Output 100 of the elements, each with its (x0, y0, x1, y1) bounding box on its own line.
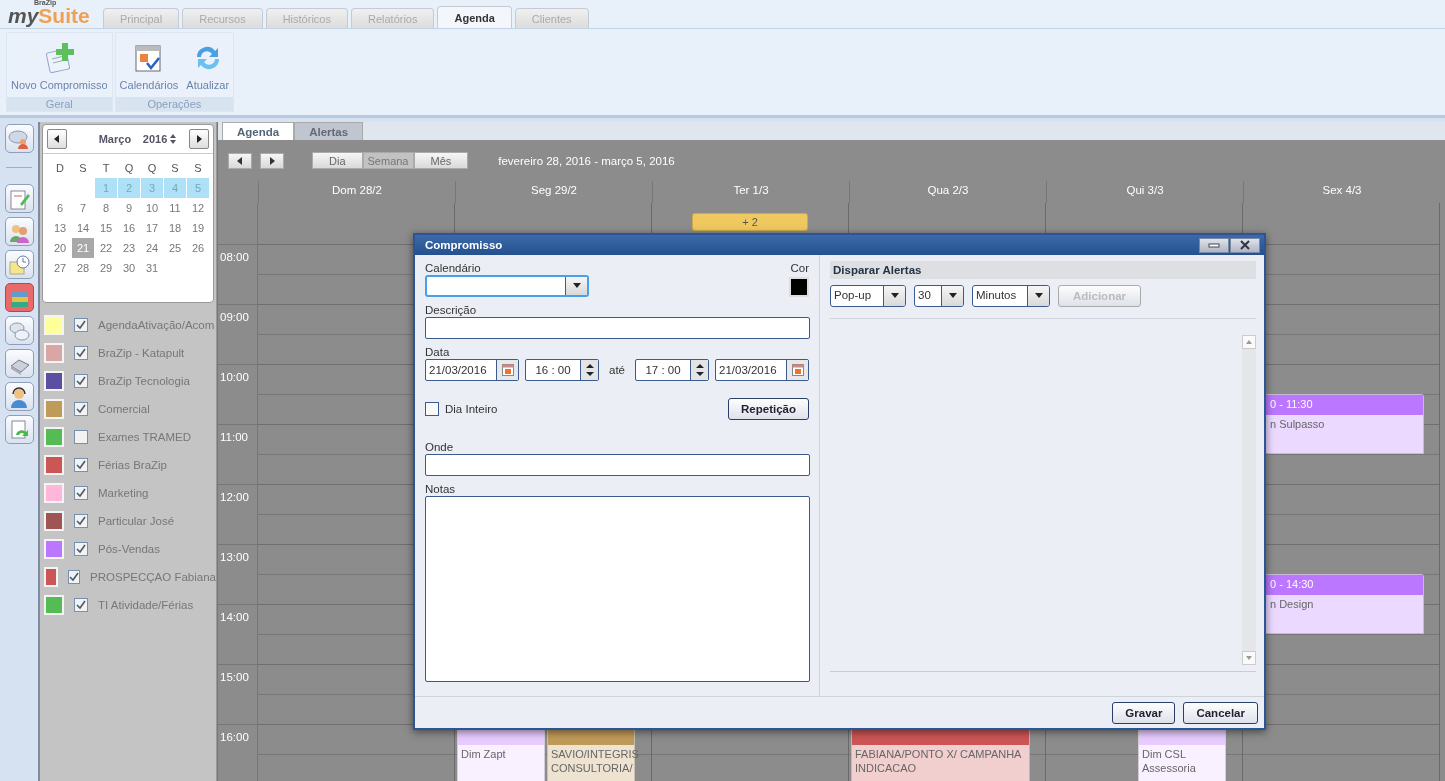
description-field[interactable] (425, 317, 810, 339)
ribbon-button[interactable]: Calendários (117, 37, 181, 93)
checkbox[interactable] (74, 346, 88, 360)
color-swatch[interactable] (44, 427, 64, 447)
color-swatch[interactable] (44, 483, 64, 503)
alert-dropdown[interactable]: Minutos (972, 285, 1050, 307)
calendar-day[interactable]: 10 (141, 198, 163, 218)
sidebar-tool-button[interactable] (4, 184, 34, 213)
previous-month-button[interactable] (47, 129, 67, 149)
checkbox[interactable] (74, 486, 88, 500)
calendar-day[interactable]: 19 (187, 218, 209, 238)
calendar-day[interactable]: 15 (95, 218, 117, 238)
color-swatch[interactable] (44, 371, 64, 391)
repeat-button[interactable]: Repetição (728, 398, 809, 420)
check-icon (69, 572, 80, 582)
scrollbar[interactable] (1242, 335, 1256, 665)
calendar-day[interactable]: 29 (95, 258, 117, 278)
color-picker-button[interactable] (789, 277, 809, 297)
view-mode-button[interactable]: Dia (312, 152, 363, 169)
ribbon-button[interactable]: Novo Compromisso (9, 37, 110, 93)
date-field[interactable]: 21/03/2016 (715, 359, 809, 381)
right-arrow-icon (267, 155, 277, 166)
left-arrow-icon (235, 155, 245, 166)
calendar-day[interactable]: 30 (118, 258, 140, 278)
color-swatch[interactable] (44, 595, 64, 615)
checkbox[interactable] (74, 598, 88, 612)
calendar-day[interactable]: 23 (118, 238, 140, 258)
color-swatch[interactable] (44, 315, 64, 335)
view-tab[interactable]: Alertas (294, 122, 364, 140)
sidebar-tool-button[interactable] (4, 250, 34, 279)
sidebar-tool-button[interactable] (4, 124, 34, 153)
calendar-day[interactable]: 8 (95, 198, 117, 218)
calendar-day[interactable]: 22 (95, 238, 117, 258)
spinner-icon (585, 363, 594, 377)
checkbox[interactable] (74, 514, 88, 528)
checkbox[interactable] (74, 318, 88, 332)
checkbox[interactable] (74, 374, 88, 388)
color-swatch[interactable] (44, 455, 64, 475)
calendar-day[interactable]: 18 (164, 218, 186, 238)
event-text: Dim CSL (1141, 747, 1187, 761)
sidebar-tool-button[interactable] (4, 349, 34, 378)
close-button[interactable] (1230, 237, 1260, 253)
calendar-day[interactable]: 24 (141, 238, 163, 258)
previous-button[interactable] (228, 152, 252, 169)
date-field[interactable]: 21/03/2016 (425, 359, 519, 381)
calendar-day[interactable]: 7 (72, 198, 94, 218)
more-events-badge[interactable]: + 2 (692, 213, 808, 231)
dialog-button[interactable]: Gravar (1112, 701, 1176, 724)
check-icon (76, 544, 86, 554)
sidebar-tool-button[interactable] (4, 415, 34, 444)
minimize-button[interactable] (1199, 237, 1229, 253)
view-tab[interactable]: Agenda (222, 122, 295, 140)
main-tab[interactable]: Agenda (437, 6, 512, 28)
calendar-day[interactable]: 25 (164, 238, 186, 258)
color-swatch[interactable] (44, 567, 59, 587)
checkbox[interactable] (74, 402, 88, 416)
color-swatch[interactable] (44, 539, 64, 559)
time-field[interactable]: 17 : 00 (635, 359, 709, 381)
calendar-day[interactable]: 31 (141, 258, 163, 278)
checkbox[interactable] (68, 570, 81, 584)
field-label: Cor (790, 261, 809, 275)
notes-field[interactable] (425, 496, 810, 682)
section-header: Disparar Alertas (830, 261, 1256, 279)
ribbon-button[interactable]: Atualizar (184, 37, 232, 93)
checkbox[interactable] (74, 542, 88, 556)
dialog-button[interactable]: Cancelar (1183, 701, 1258, 724)
checkbox[interactable] (74, 458, 88, 472)
view-mode-button[interactable]: Mês (413, 152, 469, 169)
calendar-day[interactable]: 20 (49, 238, 71, 258)
color-swatch[interactable] (44, 511, 64, 531)
view-mode-button[interactable]: Semana (362, 152, 414, 169)
checkbox[interactable] (425, 402, 439, 416)
calendar-icon (791, 364, 804, 376)
sidebar-tool-button[interactable] (4, 217, 34, 246)
calendar-day[interactable]: 27 (49, 258, 71, 278)
calendar-day[interactable]: 28 (72, 258, 94, 278)
color-swatch[interactable] (44, 399, 64, 419)
next-month-button[interactable] (189, 129, 209, 149)
app-logo: mySuite (8, 6, 91, 26)
color-swatch[interactable] (44, 343, 64, 363)
sidebar-tool-button[interactable] (4, 382, 34, 411)
calendar-day[interactable]: 11 (164, 198, 186, 218)
checkbox[interactable] (74, 430, 88, 444)
calendar-day[interactable]: 9 (118, 198, 140, 218)
calendar-day[interactable]: 13 (49, 218, 71, 238)
calendar-day[interactable]: 16 (118, 218, 140, 238)
sidebar-tool-button[interactable] (4, 316, 34, 345)
calendar-day[interactable]: 6 (49, 198, 71, 218)
calendar-day[interactable]: 26 (187, 238, 209, 258)
calendar-day[interactable]: 14 (72, 218, 94, 238)
next-button[interactable] (260, 152, 284, 169)
calendar-day[interactable]: 12 (187, 198, 209, 218)
minimize-icon (1208, 242, 1220, 248)
calendar-dropdown[interactable] (425, 275, 589, 297)
time-field[interactable]: 16 : 00 (525, 359, 599, 381)
calendar-day[interactable]: 17 (141, 218, 163, 238)
sidebar-tool-button[interactable] (4, 283, 34, 312)
alert-dropdown[interactable]: 30 (914, 285, 964, 307)
alert-dropdown[interactable]: Pop-up (830, 285, 906, 307)
location-field[interactable] (425, 454, 810, 476)
